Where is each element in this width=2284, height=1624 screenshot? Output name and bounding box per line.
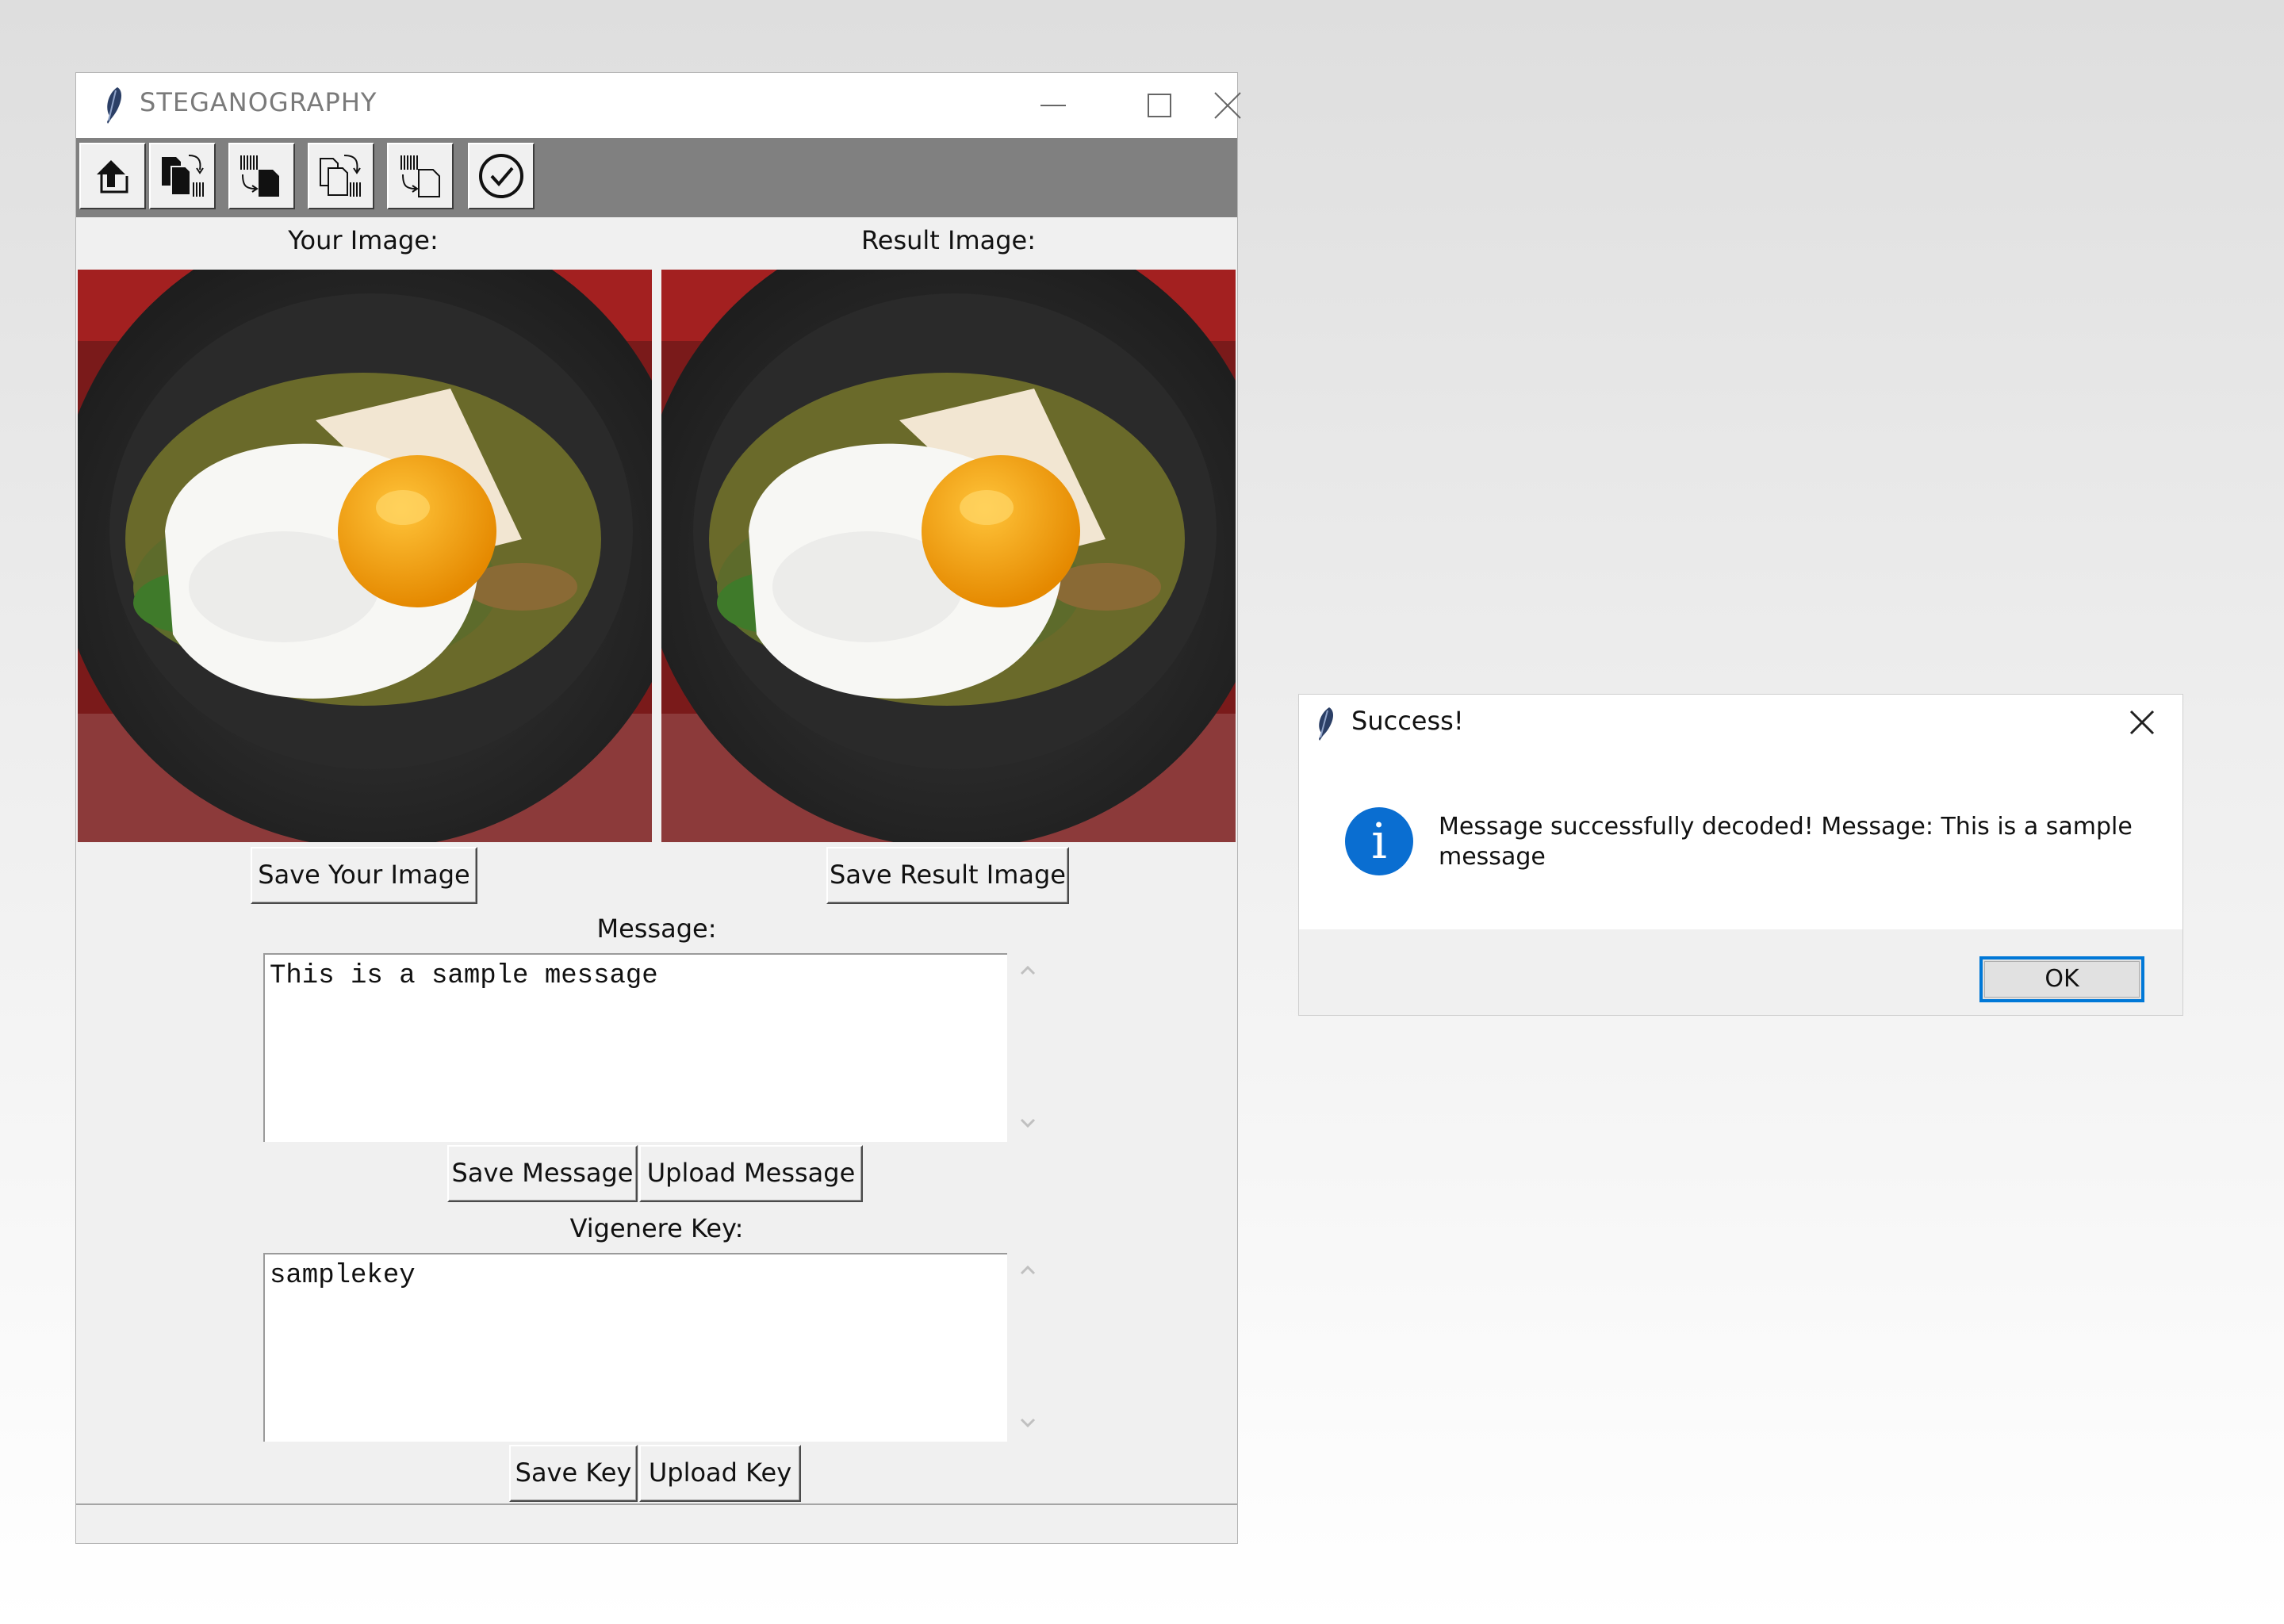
success-dialog: Success! i Message successfully decoded!… bbox=[1299, 695, 2182, 1015]
info-icon: i bbox=[1345, 807, 1413, 875]
title-bar[interactable]: STEGANOGRAPHY bbox=[76, 73, 1241, 138]
save-result-image-button[interactable]: Save Result Image bbox=[826, 847, 1069, 904]
decode-file-button[interactable] bbox=[387, 143, 454, 209]
tk-feather-icon bbox=[1319, 707, 1334, 741]
dialog-title: Success! bbox=[1351, 706, 1464, 736]
decode-file-icon bbox=[400, 155, 440, 197]
message-label: Message: bbox=[596, 914, 717, 944]
vigenere-key-textbox[interactable]: samplekey bbox=[263, 1253, 1007, 1442]
maximize-button[interactable] bbox=[1112, 73, 1207, 138]
upload-icon bbox=[97, 160, 128, 193]
scroll-up-icon bbox=[1020, 965, 1036, 975]
upload-message-button[interactable]: Upload Message bbox=[639, 1145, 863, 1202]
ok-button[interactable]: OK bbox=[1979, 956, 2144, 1002]
encode-file-icon bbox=[320, 155, 361, 197]
upload-key-button[interactable]: Upload Key bbox=[639, 1445, 801, 1502]
result-image-label: Result Image: bbox=[860, 225, 1037, 255]
tk-feather-icon bbox=[107, 87, 122, 124]
minimize-button[interactable] bbox=[1006, 73, 1101, 138]
status-divider bbox=[76, 1503, 1237, 1505]
decode-message-icon bbox=[240, 155, 279, 197]
scroll-down-icon bbox=[1020, 1418, 1036, 1428]
maximize-icon bbox=[1148, 94, 1171, 117]
close-icon[interactable] bbox=[2129, 709, 2156, 736]
dialog-body: Success! i Message successfully decoded!… bbox=[1299, 695, 2182, 929]
result-image bbox=[661, 270, 1236, 842]
message-scrollbar[interactable] bbox=[1012, 953, 1044, 1142]
scroll-up-icon bbox=[1020, 1265, 1036, 1275]
minimize-icon bbox=[1040, 105, 1066, 106]
encode-message-icon bbox=[162, 155, 204, 197]
check-circle-icon bbox=[479, 154, 523, 198]
close-button[interactable] bbox=[1214, 73, 1241, 138]
encode-file-button[interactable] bbox=[308, 143, 374, 209]
upload-button[interactable] bbox=[79, 143, 146, 209]
check-button[interactable] bbox=[468, 143, 535, 209]
dialog-message: Message successfully decoded! Message: T… bbox=[1439, 813, 2133, 871]
key-scrollbar[interactable] bbox=[1012, 1253, 1044, 1442]
steganography-window: STEGANOGRAPHY Your Image: Result Image: … bbox=[76, 73, 1241, 1543]
window-title: STEGANOGRAPHY bbox=[140, 87, 377, 117]
scroll-down-icon bbox=[1020, 1118, 1036, 1128]
decode-message-button[interactable] bbox=[228, 143, 295, 209]
save-your-image-button[interactable]: Save Your Image bbox=[251, 847, 477, 904]
message-textbox[interactable]: This is a sample message bbox=[263, 953, 1007, 1142]
your-image bbox=[78, 270, 652, 842]
vigenere-key-label: Vigenere Key: bbox=[569, 1213, 744, 1243]
encode-message-button[interactable] bbox=[149, 143, 216, 209]
save-key-button[interactable]: Save Key bbox=[509, 1445, 638, 1502]
toolbar bbox=[76, 138, 1237, 217]
your-image-label: Your Image: bbox=[288, 225, 439, 255]
close-icon bbox=[1214, 92, 1241, 119]
save-message-button[interactable]: Save Message bbox=[447, 1145, 638, 1202]
